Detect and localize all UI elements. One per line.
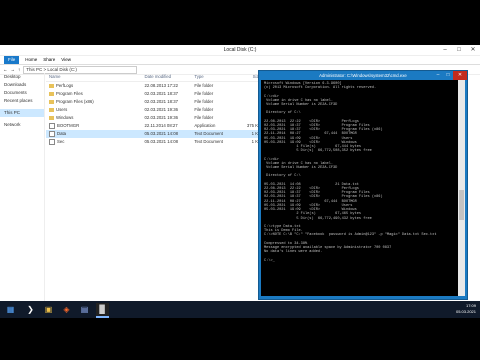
file-date: 02.03.2021 19:36 [144, 115, 178, 120]
file-list-header: Name Date modified Type Size [46, 73, 261, 82]
file-row[interactable]: Data 05.03.2021 14:08 Text Document 1 KB [46, 130, 261, 138]
file-date: 05.03.2021 14:08 [144, 139, 178, 144]
file-type: Application [194, 123, 216, 128]
ribbon-tab-view[interactable]: View [61, 56, 71, 64]
file-name-text: BOOTMGR [57, 123, 80, 128]
file-type: File folder [194, 83, 214, 88]
file-date: 02.03.2021 18:37 [144, 99, 178, 104]
file-name-text: Program Files (x86) [56, 99, 94, 104]
taskbar: ▦ ❯ ▣ ◈ ▤ ▉ 17:09 05.03.2021 [0, 301, 480, 318]
file-row[interactable]: Sec 05.03.2021 14:08 Text Document 1 KB [46, 138, 261, 146]
cmd-console[interactable]: Microsoft Windows [Version 6.3.9600] (c)… [261, 80, 458, 296]
file-row[interactable]: Users 02.03.2021 19:36 File folder [46, 106, 261, 114]
cmd-title: Administrator: C:\Windows\system32\cmd.e… [319, 73, 407, 78]
column-name[interactable]: Name [46, 73, 145, 81]
cmd-scrollbar[interactable] [458, 80, 465, 296]
folder-icon [49, 107, 54, 112]
forward-arrow-icon[interactable]: → [11, 67, 16, 72]
nav-item-downloads[interactable]: Downloads [0, 81, 44, 89]
file-name: PerfLogs [46, 82, 145, 90]
cmd-output: Microsoft Windows [Version 6.3.9600] (c)… [264, 82, 437, 263]
file-name: Windows [46, 114, 145, 122]
file-name-text: PerfLogs [56, 83, 74, 88]
system-tray[interactable]: 17:09 05.03.2021 [456, 303, 476, 315]
file-name-text: Data [57, 131, 67, 136]
folder-icon [49, 115, 54, 120]
file-icon [49, 122, 55, 129]
brave-browser-icon[interactable]: ◈ [60, 303, 73, 316]
file-name: Sec [46, 138, 145, 146]
active-task-indicator [96, 316, 109, 318]
folder-icon [49, 99, 54, 104]
file-name: Program Files [46, 90, 145, 98]
navigation-pane: Desktop Downloads Documents Recent place… [0, 73, 45, 303]
start-windows-icon[interactable]: ▦ [4, 303, 17, 316]
powershell-icon[interactable]: ❯ [24, 303, 37, 316]
file-date: 22.11.2014 08:27 [144, 123, 178, 128]
cmd-minimize-icon[interactable]: – [433, 71, 443, 80]
nav-item-network[interactable]: Network [0, 121, 44, 129]
tray-date: 05.03.2021 [455, 309, 476, 314]
file-name-text: Windows [56, 115, 74, 120]
file-name-text: Users [56, 107, 68, 112]
cmd-titlebar: Administrator: C:\Windows\system32\cmd.e… [259, 71, 467, 80]
text-file-icon [49, 130, 55, 137]
back-arrow-icon[interactable]: ← [3, 67, 8, 72]
file-date: 02.03.2021 19:36 [144, 107, 178, 112]
text-file-icon [49, 138, 55, 145]
up-arrow-icon[interactable]: ↑ [18, 67, 20, 72]
maximize-icon[interactable]: □ [452, 45, 466, 55]
nav-item-desktop[interactable]: Desktop [0, 73, 44, 81]
explorer-title: Local Disk (C:) [223, 47, 257, 53]
file-name-text: Program Files [56, 91, 83, 96]
file-date: 05.03.2021 14:08 [144, 131, 178, 136]
file-row[interactable]: Program Files (x86) 02.03.2021 18:37 File … [46, 98, 261, 106]
column-date[interactable]: Date modified [145, 73, 195, 81]
file-type: Text Document [194, 131, 223, 136]
file-row[interactable]: Program Files 02.03.2021 18:37 File folder [46, 90, 261, 98]
nav-item-documents[interactable]: Documents [0, 89, 44, 97]
cmd-maximize-icon[interactable]: □ [443, 71, 453, 80]
close-icon[interactable]: ✕ [466, 45, 480, 55]
ribbon-tab-file[interactable]: File [4, 56, 20, 64]
file-row[interactable]: Windows 02.03.2021 19:36 File folder [46, 114, 261, 122]
cmd-taskbar-icon[interactable]: ▉ [96, 303, 109, 316]
file-date: 22.08.2013 17:22 [144, 83, 178, 88]
file-name: Data [46, 130, 145, 138]
scrollbar-thumb[interactable] [459, 190, 464, 220]
folder-icon [49, 83, 54, 88]
file-row[interactable]: PerfLogs 22.08.2013 17:22 File folder [46, 82, 261, 90]
file-name: Users [46, 106, 145, 114]
file-row[interactable]: BOOTMGR 22.11.2014 08:27 Application 375 KB [46, 122, 261, 130]
ribbon-tab-home[interactable]: Home [25, 56, 37, 64]
file-explorer-icon[interactable]: ▣ [42, 303, 55, 316]
file-type: File folder [194, 99, 214, 104]
cmd-window: Administrator: C:\Windows\system32\cmd.e… [258, 70, 468, 300]
file-name-text: Sec [57, 139, 65, 144]
file-type: File folder [194, 115, 214, 120]
ribbon: File Home Share View [0, 56, 480, 65]
explorer-titlebar: Local Disk (C:) – □ ✕ [0, 45, 480, 56]
nav-item-this-pc[interactable]: This PC [0, 109, 44, 117]
file-type: Text Document [194, 139, 223, 144]
file-list: Name Date modified Type Size PerfLogs 22.… [46, 73, 261, 146]
file-name: Program Files (x86) [46, 98, 145, 106]
nav-item-recent[interactable]: Recent places [0, 97, 44, 105]
windows-explorer-icon[interactable]: ▤ [78, 303, 91, 316]
file-date: 02.03.2021 18:37 [144, 91, 178, 96]
cmd-close-icon[interactable]: ✕ [453, 71, 467, 80]
desktop-screen: Local Disk (C:) – □ ✕ File Home Share Vi… [0, 45, 480, 318]
minimize-icon[interactable]: – [438, 45, 452, 55]
ribbon-tab-share[interactable]: Share [43, 56, 55, 64]
folder-icon [49, 91, 54, 96]
file-type: File folder [194, 107, 214, 112]
file-type: File folder [194, 91, 214, 96]
file-name: BOOTMGR [46, 122, 145, 130]
column-type[interactable]: Type [194, 73, 246, 81]
